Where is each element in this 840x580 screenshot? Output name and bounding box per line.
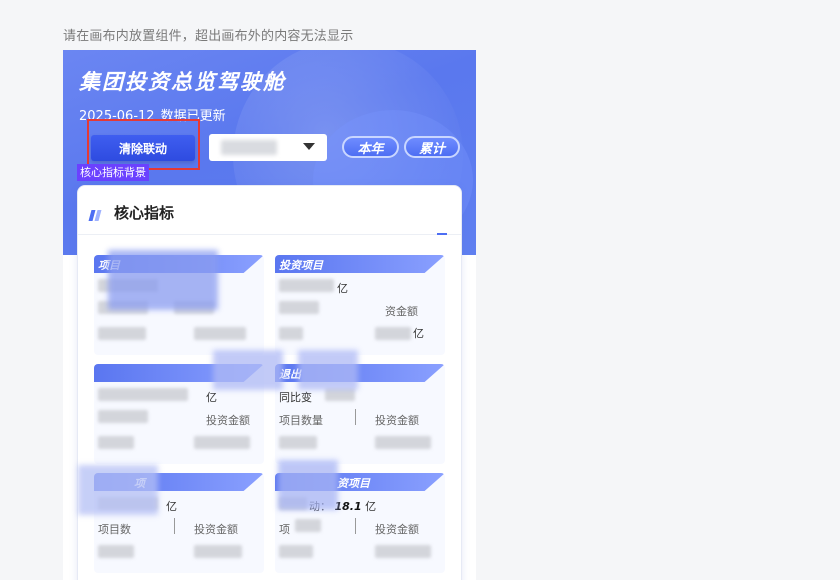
card-change-label: 动： (309, 500, 331, 513)
blurred-value (375, 436, 431, 449)
card-unit: 亿 (365, 500, 377, 513)
this-year-button[interactable]: 本年 (342, 136, 399, 158)
card-title: 项目 (98, 259, 120, 272)
canvas-hint-text: 请在画布内放置组件，超出画布外的内容无法显示 (63, 29, 354, 44)
blurred-value (325, 388, 355, 401)
cumulative-button[interactable]: 累计 (404, 136, 460, 158)
card-label-count: 项目数量 (279, 414, 323, 427)
card-label-amount: 投资金额 (194, 523, 238, 536)
dashboard-title: 集团投资总览驾驶舱 (79, 70, 286, 94)
filter-dropdown[interactable] (209, 134, 327, 161)
blurred-value (375, 545, 431, 558)
card-unit: 亿 (166, 500, 177, 513)
card-label-count: 项 (279, 523, 290, 536)
blurred-value (295, 519, 321, 532)
card-title: 项 (134, 477, 145, 490)
metric-card[interactable]: 亿 投资金额 (94, 364, 264, 464)
blurred-value (375, 327, 411, 340)
card-divider (174, 518, 175, 534)
blurred-value (98, 545, 134, 558)
blurred-value (279, 497, 307, 510)
title-bars-icon (88, 206, 102, 225)
blurred-value (194, 436, 250, 449)
card-label-amount: 投资金额 (206, 414, 250, 427)
card-label-amount: 投资金额 (375, 414, 419, 427)
update-status: 2025-06-12 数据已更新 (79, 105, 226, 124)
blurred-value (194, 545, 242, 558)
core-metrics-panel: 核心指标 项目 投资项目 亿 资金额 亿 亿 投资金额 退出 同比变 项目数量 … (77, 185, 462, 580)
blurred-value (279, 327, 303, 340)
blurred-value (279, 301, 319, 314)
blurred-value (98, 327, 146, 340)
card-unit: 亿 (337, 282, 348, 295)
card-title: 退出 (279, 368, 301, 381)
card-change-value: 18.1 (334, 500, 362, 513)
blurred-value (98, 436, 134, 449)
card-divider (355, 409, 356, 425)
update-date: 2025-06-12 (79, 109, 155, 124)
dropdown-value (221, 140, 277, 155)
blurred-value (279, 279, 334, 292)
card-unit: 亿 (206, 391, 217, 404)
metric-card[interactable]: 项目 (94, 255, 264, 355)
card-ribbon (94, 364, 264, 382)
dashboard-canvas: 集团投资总览驾驶舱 2025-06-12 数据已更新 清除联动 本年 累计 核心指… (63, 50, 476, 580)
card-yoy-label: 同比变 (279, 391, 312, 404)
blurred-value (98, 388, 188, 401)
metric-card[interactable]: 资项目 动： 18.1 亿 项 投资金额 (275, 473, 445, 573)
blurred-value (194, 327, 246, 340)
blurred-value (279, 545, 313, 558)
header-accent (437, 233, 447, 235)
card-change-line: 动： 18.1 亿 (309, 498, 376, 514)
card-unit: 亿 (413, 327, 424, 340)
clear-linkage-button[interactable]: 清除联动 (91, 135, 195, 161)
metric-card[interactable]: 投资项目 亿 资金额 亿 (275, 255, 445, 355)
panel-header: 核心指标 (78, 186, 461, 235)
card-title: 资项目 (337, 477, 370, 490)
card-label-count: 项目数 (98, 523, 131, 536)
blurred-value (98, 279, 158, 292)
update-text: 数据已更新 (160, 109, 226, 124)
card-ribbon (94, 473, 264, 491)
blurred-value (98, 301, 148, 314)
blurred-value (98, 410, 148, 423)
card-divider (355, 518, 356, 534)
blurred-value (98, 497, 158, 510)
component-label-tag: 核心指标背景 (77, 164, 149, 181)
card-label-amount: 投资金额 (375, 523, 419, 536)
blurred-value (174, 301, 214, 314)
card-title: 投资项目 (279, 259, 323, 272)
metric-card[interactable]: 退出 同比变 项目数量 投资金额 (275, 364, 445, 464)
chevron-down-icon (303, 143, 315, 150)
panel-title: 核心指标 (114, 204, 175, 222)
card-label-amount: 资金额 (385, 305, 418, 318)
blurred-value (279, 436, 317, 449)
metric-card[interactable]: 项 亿 项目数 投资金额 (94, 473, 264, 573)
